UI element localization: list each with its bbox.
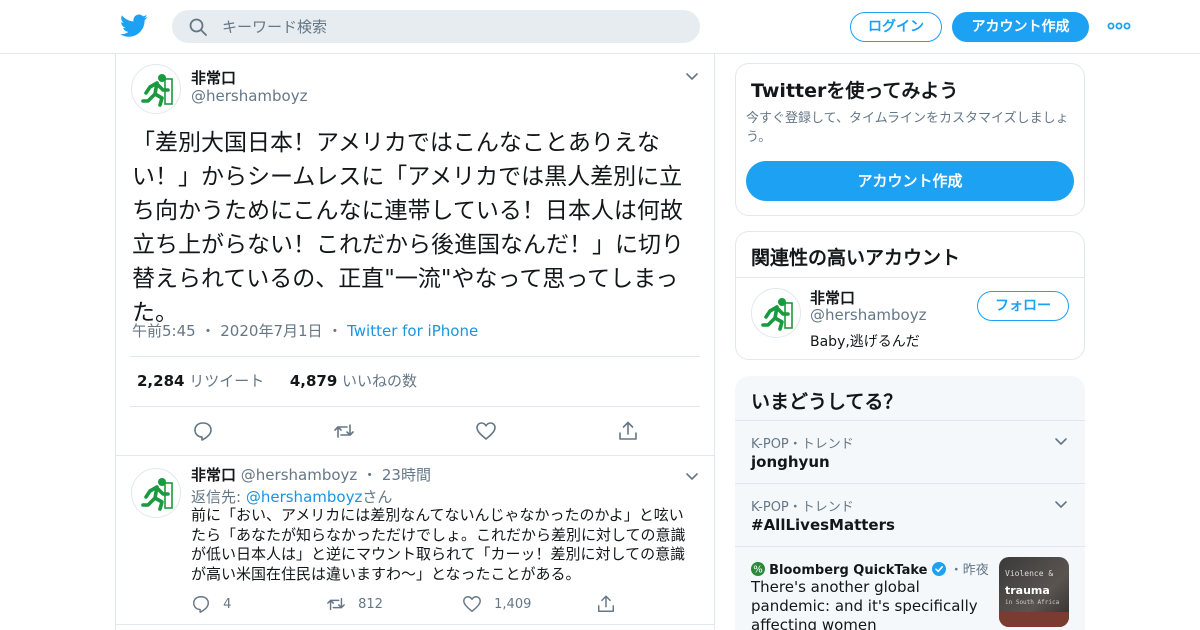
related-account-handle[interactable]: @hershamboyz (810, 306, 926, 324)
svg-text:%: % (753, 565, 763, 576)
reply-like-action[interactable]: 1,409 (462, 594, 531, 614)
follow-button[interactable]: フォロー (977, 291, 1069, 321)
divider (130, 406, 700, 407)
twitter-logo-icon[interactable] (120, 13, 148, 39)
author-name[interactable]: 非常口 (191, 67, 236, 88)
avatar[interactable] (131, 64, 181, 114)
like-icon (463, 596, 481, 612)
retweet-stat[interactable]: 2,284 リツイート (137, 372, 264, 390)
reply-author-name[interactable]: 非常口 (191, 466, 236, 484)
news-item[interactable]: % Bloomberg QuickTake ・昨夜 There's anothe… (735, 546, 1085, 630)
tweet-meta: 午前5:45 ・ 2020年7月1日 ・ Twitter for iPhone (132, 322, 479, 340)
related-account-bio: Baby,逃げるんだ (810, 334, 920, 350)
avatar[interactable] (751, 288, 801, 338)
divider (736, 277, 1084, 278)
reply-text: 前に「おい、アメリカには差別なんてないんじゃなかったのかよ」と呟いたら「あなたが… (191, 506, 686, 583)
search-input[interactable] (222, 10, 682, 43)
trend-category: K-POP・トレンド (751, 437, 854, 452)
news-source-line: % Bloomberg QuickTake ・昨夜 (751, 559, 989, 578)
signup-button[interactable]: アカウント作成 (952, 12, 1089, 42)
reply-icon[interactable] (192, 420, 214, 442)
like-stat[interactable]: 4,879 いいねの数 (290, 372, 417, 390)
related-account-name[interactable]: 非常口 (810, 287, 855, 308)
reply-age[interactable]: 23時間 (382, 466, 431, 484)
trends-card: いまどうしてる？ K-POP・トレンド jonghyun K-POP・トレンド … (735, 376, 1085, 630)
share-icon (598, 595, 614, 612)
chevron-down-icon[interactable] (1053, 496, 1069, 512)
reply-retweet-action[interactable]: 812 (326, 594, 383, 614)
verified-badge-icon (931, 562, 946, 576)
reply-share-action[interactable] (596, 594, 616, 614)
tweet-time[interactable]: 午前5:45 (132, 322, 196, 340)
news-source[interactable]: Bloomberg QuickTake (769, 563, 927, 578)
emergency-exit-icon (761, 298, 793, 331)
trend-name[interactable]: jonghyun (751, 453, 830, 471)
tweet-stats: 2,284 リツイート 4,879 いいねの数 (137, 370, 417, 391)
tweet-source[interactable]: Twitter for iPhone (347, 322, 478, 340)
more-icon[interactable] (1106, 16, 1132, 36)
reply-context: 返信先: @hershamboyzさん (191, 488, 393, 506)
avatar[interactable] (131, 468, 181, 518)
signup-card-title: Twitterを使ってみよう (751, 80, 959, 102)
trend-item[interactable]: K-POP・トレンド jonghyun (735, 420, 1085, 483)
chevron-down-icon[interactable] (684, 68, 700, 84)
news-thumbnail[interactable]: Violence & trauma in South Africa (999, 557, 1069, 627)
retweet-icon (327, 597, 345, 611)
chevron-down-icon[interactable] (684, 468, 700, 484)
trends-title: いまどうしてる？ (751, 391, 903, 413)
divider (116, 455, 714, 456)
signup-card: Twitterを使ってみよう 今すぐ登録して、タイムラインをカスタマイズしましょ… (735, 63, 1085, 216)
tweet-text: 「差別大国日本！アメリカではこんなことありえない！」からシームレスに「アメリカで… (132, 130, 684, 326)
retweet-icon[interactable] (333, 420, 355, 442)
emergency-exit-icon (141, 74, 173, 107)
trend-item[interactable]: K-POP・トレンド #AllLivesMatters (735, 483, 1085, 546)
related-accounts-card: 関連性の高いアカウント 非常口 @hershamboyz Baby,逃げるんだ … (735, 231, 1085, 360)
login-button[interactable]: ログイン (850, 12, 942, 42)
trend-category: K-POP・トレンド (751, 500, 854, 515)
reply-header: 非常口 @hershamboyz ・ 23時間 (191, 466, 431, 484)
reply-target-link[interactable]: @hershamboyz (246, 488, 362, 506)
main-column: 非常口 @hershamboyz 「差別大国日本！アメリカではこんなことありえな… (115, 54, 715, 630)
reply-reply-action[interactable]: 4 (191, 594, 231, 614)
signup-card-button[interactable]: アカウント作成 (746, 161, 1074, 201)
news-age: 昨夜 (962, 563, 989, 578)
news-headline[interactable]: There's another global pandemic: and it'… (751, 578, 991, 630)
top-bar: ログイン アカウント作成 (0, 0, 1200, 54)
search-icon (189, 18, 207, 36)
reply-author-handle[interactable]: @hershamboyz (241, 466, 357, 484)
like-icon[interactable] (475, 420, 497, 442)
author-handle[interactable]: @hershamboyz (191, 87, 307, 105)
divider (116, 624, 714, 625)
search-bar[interactable] (172, 10, 700, 43)
bloomberg-logo-icon: % (751, 562, 765, 576)
chevron-down-icon[interactable] (1053, 433, 1069, 449)
tweet-date[interactable]: 2020年7月1日 (220, 322, 322, 340)
divider (130, 356, 700, 357)
share-icon[interactable] (617, 420, 639, 442)
related-card-title: 関連性の高いアカウント (751, 247, 961, 269)
signup-card-subtitle: 今すぐ登録して、タイムラインをカスタマイズしましょう。 (746, 111, 1069, 145)
reply-icon (193, 596, 209, 613)
emergency-exit-icon (141, 478, 173, 511)
trend-name[interactable]: #AllLivesMatters (751, 516, 895, 534)
